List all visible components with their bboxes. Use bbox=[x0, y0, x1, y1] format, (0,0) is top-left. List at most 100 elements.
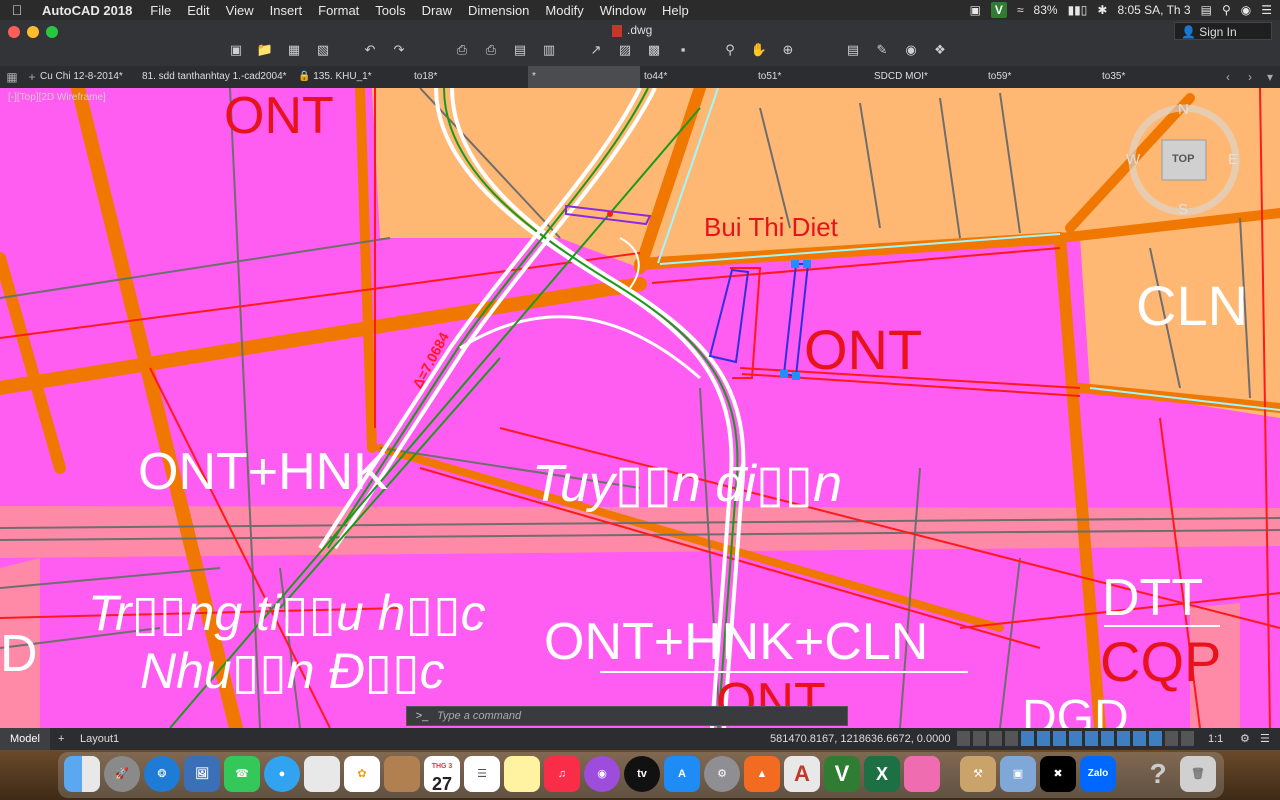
calendar-icon[interactable]: THG 3 27 bbox=[424, 756, 460, 792]
command-line[interactable]: >_ Type a command bbox=[406, 706, 848, 726]
open-folder-icon[interactable]: 📁 bbox=[255, 42, 275, 58]
tv-icon[interactable]: tv bbox=[624, 756, 660, 792]
finder-icon[interactable] bbox=[64, 756, 100, 792]
publish-icon[interactable]: ▤ bbox=[510, 42, 530, 58]
tab-tanthanhtay[interactable]: 81. sdd tanthanhtay 1.-cad2004* bbox=[142, 66, 294, 88]
batch-plot-icon[interactable]: ▥ bbox=[539, 42, 559, 58]
capcut-icon[interactable]: ✖ bbox=[1040, 756, 1076, 792]
grid-toggle-icon[interactable] bbox=[957, 731, 970, 746]
annotation-visibility-icon[interactable] bbox=[1149, 731, 1162, 746]
otrack-toggle-icon[interactable] bbox=[1053, 731, 1066, 746]
menu-draw[interactable]: Draw bbox=[414, 3, 460, 18]
selection-cycle-icon[interactable] bbox=[1101, 731, 1114, 746]
orbit-icon[interactable]: ⊕ bbox=[778, 42, 798, 58]
apple-icon[interactable]:  bbox=[0, 2, 34, 18]
v-app-icon[interactable]: V bbox=[824, 756, 860, 792]
v-app-badge[interactable]: V bbox=[990, 2, 1007, 18]
menu-insert[interactable]: Insert bbox=[262, 3, 311, 18]
drawing-canvas[interactable]: [-][Top][2D Wireframe] ONT Bui Thi Diet … bbox=[0, 88, 1280, 728]
menu-file[interactable]: File bbox=[142, 3, 179, 18]
snap-toggle-icon[interactable] bbox=[973, 731, 986, 746]
tab-active-drawing[interactable]: * bbox=[528, 66, 640, 88]
dynamic-ucs-icon[interactable] bbox=[1133, 731, 1146, 746]
close-window-button[interactable] bbox=[8, 26, 20, 38]
workspace-gear-icon[interactable]: ⚙ bbox=[1240, 728, 1256, 750]
autoscale-icon[interactable] bbox=[1165, 731, 1178, 746]
viewcube-east[interactable]: E bbox=[1228, 152, 1238, 167]
undo-icon[interactable]: ↶ bbox=[360, 42, 380, 58]
screen-mirror-icon[interactable]: ▣ bbox=[970, 3, 981, 17]
layer-icon[interactable]: ▩ bbox=[644, 42, 664, 58]
contacts-icon[interactable] bbox=[384, 756, 420, 792]
siri-icon[interactable]: ◉ bbox=[1241, 3, 1251, 17]
wifi-icon[interactable]: ≈ bbox=[1017, 3, 1024, 17]
export-icon[interactable]: ↗ bbox=[586, 42, 606, 58]
viewcube-west[interactable]: W bbox=[1126, 152, 1140, 167]
menu-modify[interactable]: Modify bbox=[537, 3, 591, 18]
pan-hand-icon[interactable]: ✋ bbox=[749, 42, 769, 58]
plot-icon[interactable]: ⎙ bbox=[481, 42, 501, 58]
messages-icon[interactable]: ● bbox=[264, 756, 300, 792]
viewcube-south[interactable]: S bbox=[1178, 202, 1188, 217]
menu-help[interactable]: Help bbox=[654, 3, 697, 18]
new-drawing-icon[interactable]: ▣ bbox=[226, 42, 246, 58]
menu-format[interactable]: Format bbox=[310, 3, 367, 18]
battery-icon[interactable]: ▮▮▯ bbox=[1068, 3, 1088, 17]
menu-edit[interactable]: Edit bbox=[179, 3, 217, 18]
command-prompt-icon[interactable]: >_ bbox=[407, 707, 437, 725]
tab-sdcd-moi[interactable]: SDCD MOI* bbox=[874, 66, 984, 88]
zoom-icon[interactable]: ⚲ bbox=[720, 42, 740, 58]
music-icon[interactable]: ♫ bbox=[544, 756, 580, 792]
system-preferences-icon[interactable]: ⚙ bbox=[704, 756, 740, 792]
ortho-toggle-icon[interactable] bbox=[989, 731, 1002, 746]
save-as-icon[interactable]: ▧ bbox=[313, 42, 333, 58]
safari-icon[interactable]: ❂ bbox=[144, 756, 180, 792]
annotation-scale-icon[interactable] bbox=[1181, 731, 1194, 746]
polar-toggle-icon[interactable] bbox=[1005, 731, 1018, 746]
new-tab-icon[interactable]: + bbox=[24, 69, 40, 85]
tab-to51[interactable]: to51* bbox=[758, 66, 868, 88]
tab-cu-chi[interactable]: Cu Chi 12-8-2014* bbox=[40, 66, 140, 88]
reminders-icon[interactable]: ☰ bbox=[464, 756, 500, 792]
transparency-toggle-icon[interactable] bbox=[1085, 731, 1098, 746]
annotation-scale[interactable]: 1:1 bbox=[1208, 728, 1238, 750]
tab-to35[interactable]: to35* bbox=[1102, 66, 1212, 88]
preview-icon[interactable]: ▣ bbox=[1000, 756, 1036, 792]
viewport-controls-label[interactable]: [-][Top][2D Wireframe] bbox=[8, 92, 106, 103]
menu-app-name[interactable]: AutoCAD 2018 bbox=[34, 3, 142, 18]
zalo-icon[interactable]: Zalo bbox=[1080, 756, 1116, 792]
layout1-tab[interactable]: Layout1 bbox=[80, 728, 130, 750]
photos-icon[interactable]: ✿ bbox=[344, 756, 380, 792]
image-capture-icon[interactable]: 🖼 bbox=[184, 756, 220, 792]
tab-grid-icon[interactable]: ▦ bbox=[4, 69, 20, 85]
tab-scroll-right-icon[interactable]: › bbox=[1242, 69, 1258, 85]
menu-dimension[interactable]: Dimension bbox=[460, 3, 537, 18]
app-store-icon[interactable]: A bbox=[664, 756, 700, 792]
menu-view[interactable]: View bbox=[218, 3, 262, 18]
tab-khu-1[interactable]: 🔒 135. KHU_1* bbox=[298, 66, 410, 88]
minimize-window-button[interactable] bbox=[27, 26, 39, 38]
trash-icon[interactable]: 🗑 bbox=[1180, 756, 1216, 792]
tab-to59[interactable]: to59* bbox=[988, 66, 1098, 88]
podcasts-icon[interactable]: ◉ bbox=[584, 756, 620, 792]
clock[interactable]: 8:05 SA, Th 3 bbox=[1117, 3, 1190, 17]
excel-icon[interactable]: X bbox=[864, 756, 900, 792]
spotlight-icon[interactable]: ⚲ bbox=[1222, 3, 1231, 17]
properties-icon[interactable]: ▤ bbox=[843, 42, 863, 58]
isodraft-toggle-icon[interactable] bbox=[1021, 731, 1034, 746]
utility-icon[interactable]: ⚒ bbox=[960, 756, 996, 792]
zoom-window-button[interactable] bbox=[46, 26, 58, 38]
menu-window[interactable]: Window bbox=[592, 3, 654, 18]
maps-icon[interactable] bbox=[304, 756, 340, 792]
sheet-icon[interactable]: ▪ bbox=[673, 42, 693, 58]
screen-app-icon[interactable] bbox=[904, 756, 940, 792]
print-icon[interactable]: ⎙ bbox=[452, 42, 472, 58]
command-input[interactable]: Type a command bbox=[437, 710, 521, 722]
lineweight-toggle-icon[interactable] bbox=[1069, 731, 1082, 746]
control-center-icon[interactable]: ☰ bbox=[1261, 3, 1272, 17]
menu-tools[interactable]: Tools bbox=[367, 3, 413, 18]
launchpad-icon[interactable]: 🚀 bbox=[104, 756, 140, 792]
customize-menu-icon[interactable]: ☰ bbox=[1260, 728, 1276, 750]
viewcube-north[interactable]: N bbox=[1178, 102, 1189, 117]
help-icon[interactable]: ? bbox=[1140, 756, 1176, 792]
